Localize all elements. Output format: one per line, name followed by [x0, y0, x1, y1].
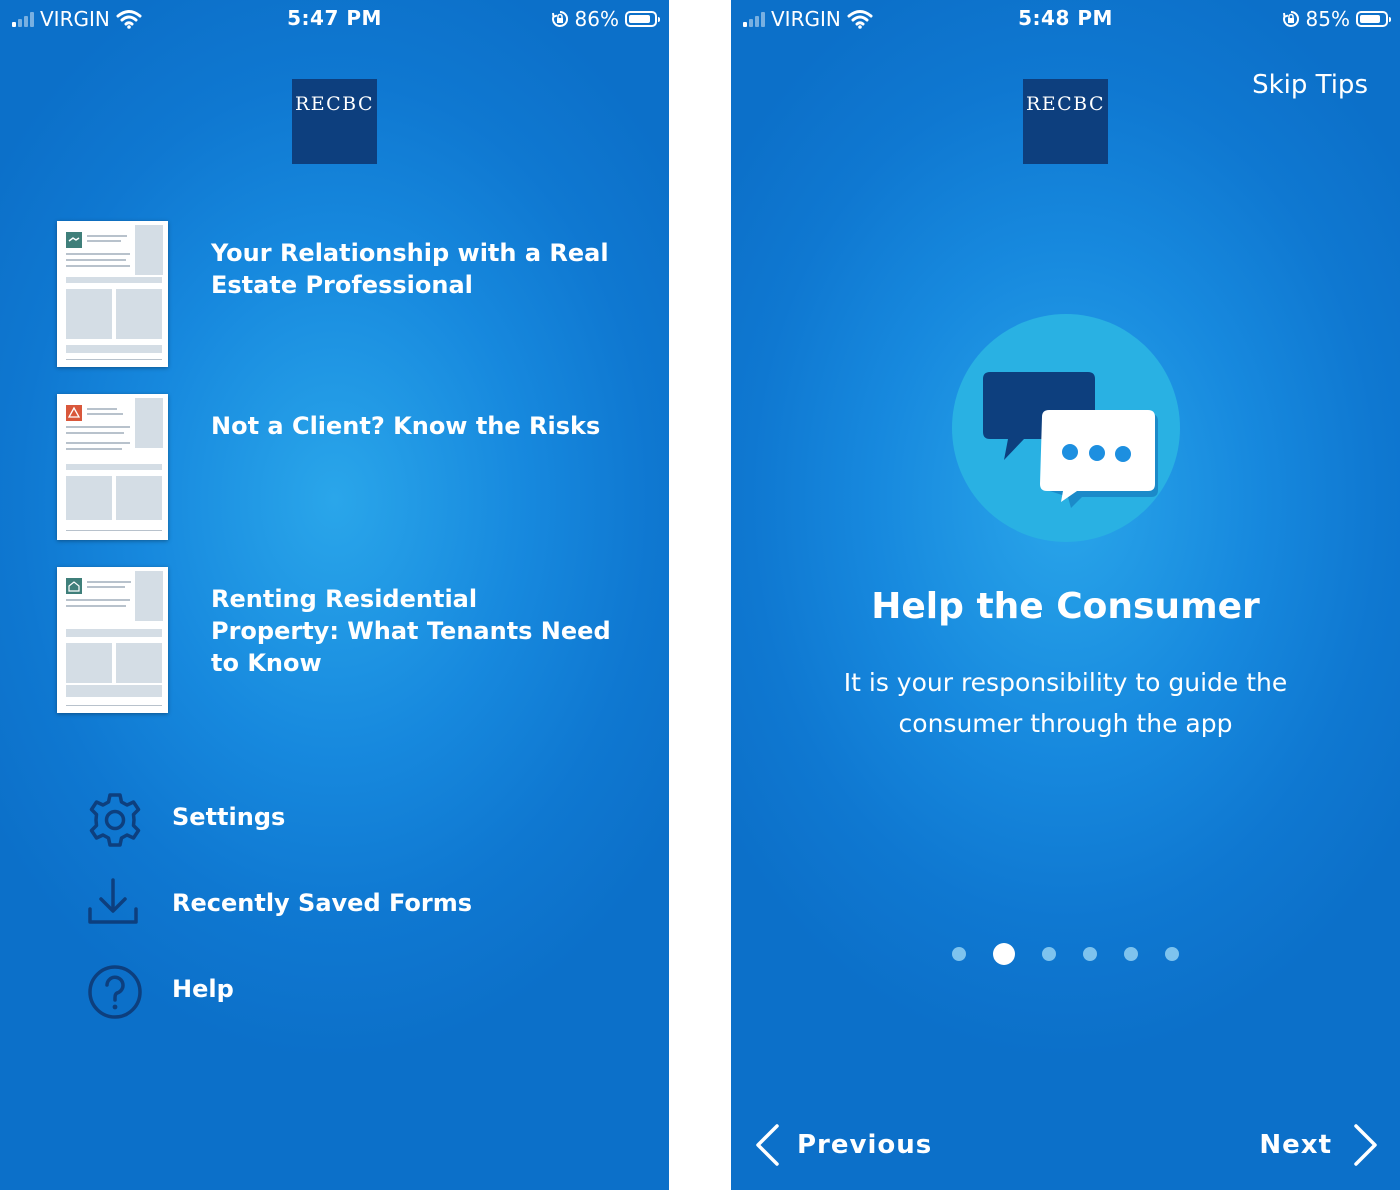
page-dot[interactable]: [1042, 947, 1056, 961]
page-dot[interactable]: [1124, 947, 1138, 961]
page-dot[interactable]: [952, 947, 966, 961]
document-item[interactable]: Your Relationship with a Real Estate Pro…: [57, 221, 617, 367]
download-icon: [88, 878, 138, 924]
battery-icon: [1356, 11, 1391, 27]
tip-body: It is your responsibility to guide the c…: [843, 668, 1288, 738]
document-title: Not a Client? Know the Risks: [211, 412, 601, 440]
next-button[interactable]: Next: [1259, 1122, 1380, 1168]
house-key-icon: [66, 578, 82, 594]
document-title: Renting Residential Property: What Tenan…: [211, 585, 611, 677]
home-screen: VIRGIN 5:47 PM 86% RECBC Your Relationsh…: [0, 0, 669, 1190]
recently-saved-forms-label: Recently Saved Forms: [172, 889, 473, 917]
orientation-lock-icon: [551, 10, 568, 27]
previous-label: Previous: [797, 1130, 933, 1160]
settings-menu-item[interactable]: Settings: [86, 791, 506, 851]
page-dot[interactable]: [1165, 947, 1179, 961]
page-dot[interactable]: [1083, 947, 1097, 961]
chevron-right-icon: [1354, 1124, 1377, 1166]
document-thumbnail: [57, 221, 168, 367]
settings-label: Settings: [172, 803, 286, 831]
skip-tips-button[interactable]: Skip Tips: [1252, 70, 1368, 100]
page-dot-active[interactable]: [993, 943, 1015, 965]
tips-screen: VIRGIN 5:48 PM 85% RECBC Skip Tips Help …: [731, 0, 1400, 1190]
next-label: Next: [1259, 1130, 1332, 1160]
document-thumbnail: [57, 394, 168, 540]
help-menu-item[interactable]: Help: [86, 963, 506, 1023]
recently-saved-forms-menu-item[interactable]: Recently Saved Forms: [86, 877, 506, 937]
page-indicator[interactable]: [731, 943, 1400, 965]
document-item[interactable]: Renting Residential Property: What Tenan…: [57, 567, 617, 713]
document-item[interactable]: Not a Client? Know the Risks: [57, 394, 617, 540]
question-circle-icon: [88, 965, 142, 1019]
document-thumbnail: [57, 567, 168, 713]
battery-icon: [625, 11, 660, 27]
recbc-logo: RECBC: [292, 79, 377, 164]
status-bar: VIRGIN 5:48 PM 85%: [731, 0, 1400, 38]
status-bar: VIRGIN 5:47 PM 86%: [0, 0, 669, 38]
orientation-lock-icon: [1282, 10, 1299, 27]
battery-percent: 85%: [1305, 7, 1350, 31]
tip-title: Help the Consumer: [871, 586, 1260, 627]
document-title: Your Relationship with a Real Estate Pro…: [211, 239, 609, 299]
chevron-left-icon: [756, 1124, 779, 1166]
chat-bubbles-icon: [952, 314, 1180, 542]
warning-icon: [66, 405, 82, 421]
battery-percent: 86%: [574, 7, 619, 31]
handshake-icon: [66, 232, 82, 248]
previous-button[interactable]: Previous: [753, 1122, 932, 1168]
gear-icon: [89, 793, 141, 847]
recbc-logo: RECBC: [1023, 79, 1108, 164]
help-label: Help: [172, 975, 234, 1003]
